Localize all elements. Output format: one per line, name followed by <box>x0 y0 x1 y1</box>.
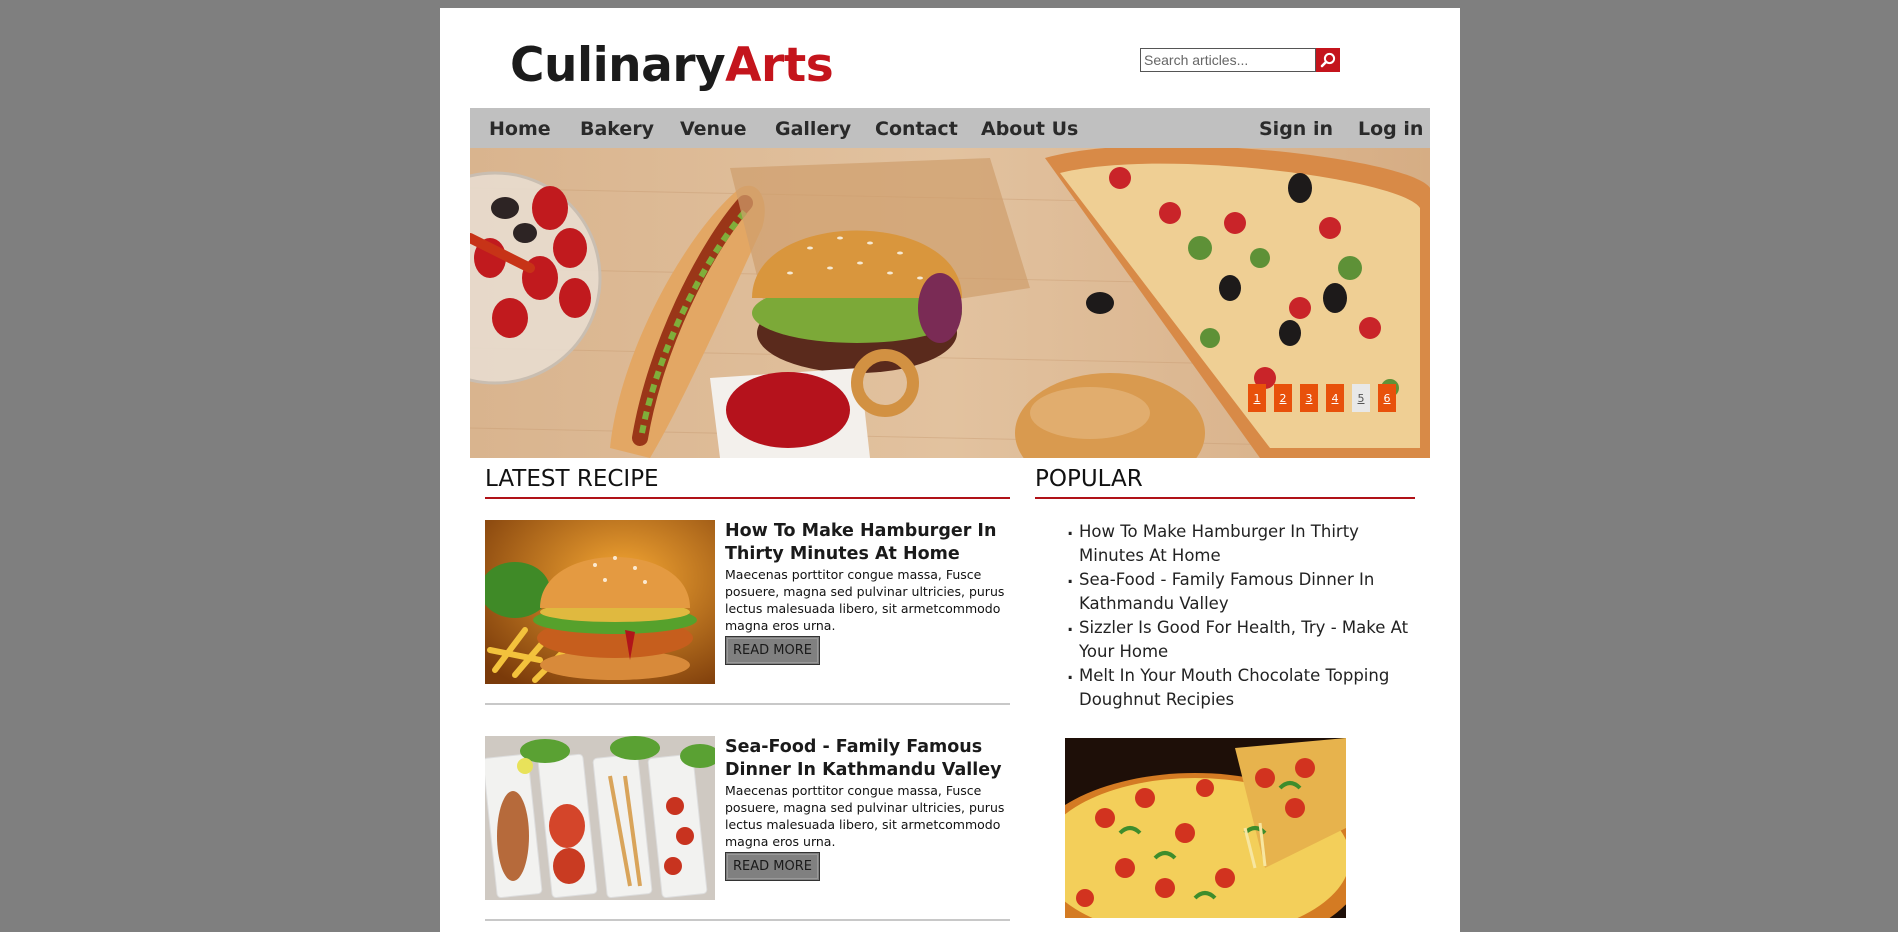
nav-gallery[interactable]: Gallery <box>775 108 851 148</box>
slider-page-3[interactable]: 3 <box>1300 384 1318 412</box>
burger-image <box>485 520 715 684</box>
recipe-title-2[interactable]: Sea-Food - Family Famous Dinner In Kathm… <box>725 736 1015 782</box>
popular-item[interactable]: How To Make Hamburger In Thirty Minutes … <box>1055 518 1415 568</box>
site-logo[interactable]: CulinaryArts <box>510 38 834 93</box>
latest-recipe-heading: LATEST RECIPE <box>485 466 659 492</box>
seafood-image <box>485 736 715 900</box>
recipe-excerpt-2: Maecenas porttitor congue massa, Fusce p… <box>725 783 1005 849</box>
search-button[interactable] <box>1316 48 1340 72</box>
logo-part-1: Culinary <box>510 38 726 93</box>
logo-part-2: Arts <box>725 38 834 93</box>
slider-page-4[interactable]: 4 <box>1326 384 1344 412</box>
popular-heading: POPULAR <box>1035 466 1143 492</box>
main-nav: Home Bakery Venue Gallery Contact About … <box>470 108 1430 148</box>
slider-pager: 1 2 3 4 5 6 <box>1248 384 1396 412</box>
nav-sign-in[interactable]: Sign in <box>1259 108 1333 148</box>
pizza-image[interactable] <box>1065 738 1346 918</box>
slider-page-5[interactable]: 5 <box>1352 384 1370 412</box>
slider-page-1[interactable]: 1 <box>1248 384 1266 412</box>
nav-contact[interactable]: Contact <box>875 108 958 148</box>
popular-item[interactable]: Melt In Your Mouth Chocolate Topping Dou… <box>1055 662 1415 712</box>
nav-log-in[interactable]: Log in <box>1358 108 1423 148</box>
popular-list: How To Make Hamburger In Thirty Minutes … <box>1055 518 1415 712</box>
read-more-button-1[interactable]: READ MORE <box>725 636 820 665</box>
popular-heading-rule <box>1035 497 1415 499</box>
read-more-button-2[interactable]: READ MORE <box>725 852 820 881</box>
popular-item[interactable]: Sizzler Is Good For Health, Try - Make A… <box>1055 614 1415 664</box>
nav-bakery[interactable]: Bakery <box>580 108 654 148</box>
post-divider <box>485 703 1010 705</box>
search-icon <box>1320 52 1336 68</box>
latest-heading-rule <box>485 497 1010 499</box>
page-container: CulinaryArts Home Bakery Venue Gallery C… <box>440 8 1460 932</box>
recipe-thumb-burger[interactable] <box>485 520 715 684</box>
recipe-excerpt-1: Maecenas porttitor congue massa, Fusce p… <box>725 567 1005 633</box>
nav-home[interactable]: Home <box>489 108 551 148</box>
slider-page-2[interactable]: 2 <box>1274 384 1292 412</box>
nav-about-us[interactable]: About Us <box>981 108 1078 148</box>
recipe-title-1[interactable]: How To Make Hamburger In Thirty Minutes … <box>725 520 1015 566</box>
nav-venue[interactable]: Venue <box>680 108 747 148</box>
popular-item[interactable]: Sea-Food - Family Famous Dinner In Kathm… <box>1055 566 1415 616</box>
hero-slider: 1 2 3 4 5 6 <box>470 148 1430 458</box>
search-input[interactable] <box>1140 48 1316 72</box>
recipe-thumb-seafood[interactable] <box>485 736 715 900</box>
slider-page-6[interactable]: 6 <box>1378 384 1396 412</box>
pizza-photo <box>1065 738 1346 918</box>
search-box <box>1140 48 1340 72</box>
post-divider <box>485 919 1010 921</box>
